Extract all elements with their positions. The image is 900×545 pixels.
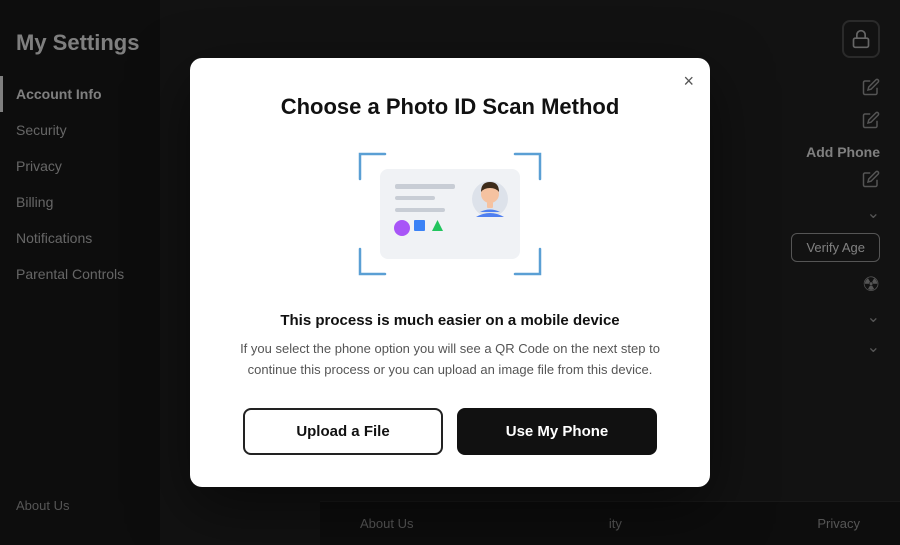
modal-description: If you select the phone option you will … <box>230 339 670 381</box>
modal-buttons: Upload a File Use My Phone <box>230 408 670 455</box>
id-scan-illustration <box>230 144 670 284</box>
modal-dialog: × Choose a Photo ID Scan Method <box>190 58 710 488</box>
modal-overlay[interactable]: × Choose a Photo ID Scan Method <box>0 0 900 545</box>
modal-close-button[interactable]: × <box>683 72 694 90</box>
modal-title: Choose a Photo ID Scan Method <box>230 94 670 120</box>
upload-file-button[interactable]: Upload a File <box>243 408 443 455</box>
modal-subtitle: This process is much easier on a mobile … <box>230 312 670 329</box>
use-phone-button[interactable]: Use My Phone <box>457 408 657 455</box>
